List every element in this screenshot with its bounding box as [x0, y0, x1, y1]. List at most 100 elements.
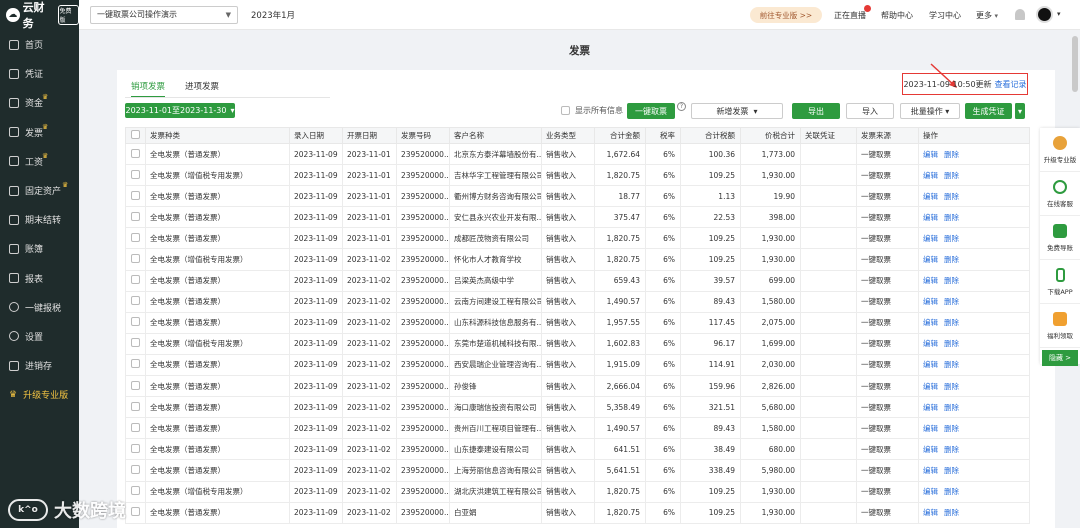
row-checkbox[interactable] — [131, 148, 140, 158]
edit-link[interactable]: 编辑 — [923, 508, 938, 517]
import-button[interactable]: 导入 — [846, 103, 894, 119]
help-icon[interactable]: ? — [677, 102, 686, 111]
sidebar-item-inventory[interactable]: 进销存 — [0, 351, 79, 380]
sidebar-item-upgrade[interactable]: ♛ 升级专业版 — [0, 380, 79, 409]
row-select-cell[interactable] — [125, 227, 146, 250]
edit-link[interactable]: 编辑 — [923, 487, 938, 496]
sidebar-item-period-close[interactable]: 期末结转 — [0, 205, 79, 234]
go-pro-button[interactable]: 前往专业版 >> — [750, 7, 822, 23]
edit-link[interactable]: 编辑 — [923, 234, 938, 243]
row-checkbox[interactable] — [131, 190, 140, 200]
generate-voucher-button[interactable]: 生成凭证 — [965, 103, 1012, 119]
accounting-period[interactable]: 2023年1月 — [251, 9, 295, 21]
edit-link[interactable]: 编辑 — [923, 171, 938, 180]
edit-link[interactable]: 编辑 — [923, 382, 938, 391]
sidebar-item-funds[interactable]: 资金 ♛ — [0, 88, 79, 117]
delete-link[interactable]: 删除 — [944, 339, 959, 348]
more-menu[interactable]: 更多 ▾ — [976, 10, 998, 21]
online-support-shortcut[interactable]: 在线客服 — [1040, 172, 1080, 216]
row-checkbox[interactable] — [131, 443, 140, 453]
row-select-cell[interactable] — [125, 480, 146, 503]
fetch-invoices-button[interactable]: 一键取票 — [627, 103, 675, 119]
tab-purchase-invoices[interactable]: 进项发票 — [185, 80, 219, 92]
delete-link[interactable]: 删除 — [944, 360, 959, 369]
help-center-link[interactable]: 帮助中心 — [881, 10, 913, 21]
select-all-checkbox[interactable] — [131, 130, 140, 139]
upgrade-pro-shortcut[interactable]: 升级专业版 — [1040, 128, 1080, 172]
scrollbar[interactable] — [1072, 36, 1078, 92]
row-select-cell[interactable] — [125, 438, 146, 461]
row-checkbox[interactable] — [131, 211, 140, 221]
delete-link[interactable]: 删除 — [944, 445, 959, 454]
edit-link[interactable]: 编辑 — [923, 445, 938, 454]
export-button[interactable]: 导出 — [792, 103, 840, 119]
row-select-cell[interactable] — [125, 142, 146, 166]
delete-link[interactable]: 删除 — [944, 382, 959, 391]
sidebar-item-voucher[interactable]: 凭证 — [0, 59, 79, 88]
edit-link[interactable]: 编辑 — [923, 339, 938, 348]
live-link[interactable]: 正在直播 — [834, 10, 866, 21]
download-app-shortcut[interactable]: 下载APP — [1040, 260, 1080, 304]
row-select-cell[interactable] — [125, 248, 146, 271]
delete-link[interactable]: 删除 — [944, 171, 959, 180]
row-checkbox[interactable] — [131, 486, 140, 496]
date-range-select[interactable]: 2023-11-01至2023-11-30 ▾ — [125, 103, 235, 118]
row-select-cell[interactable] — [125, 396, 146, 419]
row-select-cell[interactable] — [125, 290, 146, 313]
learning-center-link[interactable]: 学习中心 — [929, 10, 961, 21]
delete-link[interactable]: 删除 — [944, 276, 959, 285]
new-invoice-dropdown[interactable]: 新增发票 ▾ — [691, 103, 783, 119]
benefits-shortcut[interactable]: 福利领取 — [1040, 304, 1080, 348]
delete-link[interactable]: 删除 — [944, 297, 959, 306]
row-checkbox[interactable] — [131, 317, 140, 327]
edit-link[interactable]: 编辑 — [923, 297, 938, 306]
sidebar-item-reports[interactable]: 报表 — [0, 264, 79, 293]
row-select-cell[interactable] — [125, 311, 146, 334]
sidebar-item-tax[interactable]: 一键报税 — [0, 293, 79, 322]
row-select-cell[interactable] — [125, 459, 146, 482]
row-checkbox[interactable] — [131, 507, 140, 517]
row-checkbox[interactable] — [131, 338, 140, 348]
app-logo[interactable]: ☁ 云财务 免费版 — [0, 0, 79, 30]
sidebar-item-fixed-assets[interactable]: 固定资产 ♛ — [0, 176, 79, 205]
edit-link[interactable]: 编辑 — [923, 466, 938, 475]
row-checkbox[interactable] — [131, 232, 140, 242]
row-checkbox[interactable] — [131, 296, 140, 306]
row-select-cell[interactable] — [125, 185, 146, 208]
delete-link[interactable]: 删除 — [944, 508, 959, 517]
delete-link[interactable]: 删除 — [944, 192, 959, 201]
free-import-shortcut[interactable]: 免费导账 — [1040, 216, 1080, 260]
delete-link[interactable]: 删除 — [944, 487, 959, 496]
sidebar-item-home[interactable]: 首页 — [0, 30, 79, 59]
row-select-cell[interactable] — [125, 269, 146, 292]
row-select-cell[interactable] — [125, 375, 146, 398]
view-log-link[interactable]: 查看记录 — [995, 79, 1027, 90]
delete-link[interactable]: 删除 — [944, 213, 959, 222]
edit-link[interactable]: 编辑 — [923, 318, 938, 327]
bell-icon[interactable] — [1015, 9, 1025, 20]
delete-link[interactable]: 删除 — [944, 150, 959, 159]
delete-link[interactable]: 删除 — [944, 234, 959, 243]
edit-link[interactable]: 编辑 — [923, 255, 938, 264]
delete-link[interactable]: 删除 — [944, 424, 959, 433]
row-select-cell[interactable] — [125, 332, 146, 355]
delete-link[interactable]: 删除 — [944, 466, 959, 475]
row-checkbox[interactable] — [131, 380, 140, 390]
row-checkbox[interactable] — [131, 359, 140, 369]
row-checkbox[interactable] — [131, 422, 140, 432]
delete-link[interactable]: 删除 — [944, 403, 959, 412]
edit-link[interactable]: 编辑 — [923, 150, 938, 159]
generate-voucher-menu[interactable]: ▾ — [1014, 103, 1025, 119]
row-checkbox[interactable] — [131, 401, 140, 411]
chevron-down-icon[interactable]: ▾ — [1057, 10, 1061, 18]
delete-link[interactable]: 删除 — [944, 318, 959, 327]
row-select-cell[interactable] — [125, 206, 146, 229]
select-all-cell[interactable] — [125, 127, 146, 144]
edit-link[interactable]: 编辑 — [923, 276, 938, 285]
row-checkbox[interactable] — [131, 275, 140, 285]
edit-link[interactable]: 编辑 — [923, 403, 938, 412]
edit-link[interactable]: 编辑 — [923, 213, 938, 222]
show-all-toggle[interactable]: 显示所有信息 — [561, 105, 623, 116]
show-all-checkbox[interactable] — [561, 106, 570, 115]
delete-link[interactable]: 删除 — [944, 255, 959, 264]
